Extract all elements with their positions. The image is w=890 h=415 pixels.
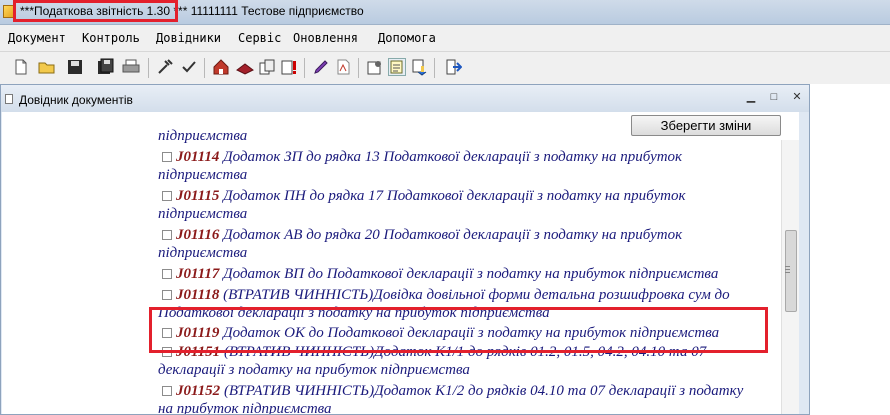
checkbox[interactable] <box>162 152 172 162</box>
list-item: підприємства <box>158 245 248 261</box>
maximize-button[interactable]: □ <box>764 89 784 105</box>
save-icon[interactable] <box>66 58 84 76</box>
scrollbar-thumb[interactable] <box>785 230 797 312</box>
checkbox[interactable] <box>162 386 172 396</box>
checkbox[interactable] <box>162 230 172 240</box>
list-item: на прибуток підприємства <box>158 401 332 414</box>
list-item: підприємства <box>158 167 248 183</box>
list-item: підприємства <box>158 206 248 222</box>
copy-icon[interactable] <box>258 58 276 76</box>
dialog-title: Довідник документів <box>19 93 133 107</box>
menu-help[interactable]: Допомога <box>378 31 436 45</box>
row-highlight-box <box>149 307 768 353</box>
dialog-title-bar: Довідник документів ▁ □ ✕ <box>1 85 809 112</box>
save-all-icon[interactable] <box>96 58 114 76</box>
list-item[interactable]: J01152 (ВТРАТИВ ЧИННІСТЬ)Додаток К1/2 до… <box>162 382 743 400</box>
menu-service[interactable]: Сервіс <box>238 31 281 45</box>
new-document-icon[interactable] <box>12 58 30 76</box>
list-item[interactable]: J01117 Додаток ВП до Податкової декларац… <box>162 265 718 283</box>
save-changes-button[interactable]: Зберегти зміни <box>631 115 781 136</box>
list-item[interactable]: J01115 Додаток ПН до рядка 17 Податкової… <box>162 187 685 205</box>
toolbar-separator <box>358 58 359 78</box>
forms-icon[interactable] <box>388 58 406 76</box>
vertical-scrollbar[interactable] <box>781 140 799 414</box>
home-icon[interactable] <box>212 58 230 76</box>
toolbar-separator <box>204 58 205 78</box>
exit-icon[interactable] <box>444 58 463 76</box>
scrollbar-grip <box>785 269 790 270</box>
menu-bar: Документ Контроль Довідники Сервіс Оновл… <box>0 25 890 52</box>
alert-icon[interactable] <box>280 58 298 76</box>
send-icon[interactable] <box>410 58 428 76</box>
print-icon[interactable] <box>122 58 140 76</box>
scrollbar-grip <box>785 266 790 267</box>
main-area <box>810 84 890 415</box>
toolbar-separator <box>434 58 435 78</box>
document-icon <box>5 94 13 104</box>
tools-icon[interactable] <box>156 58 174 76</box>
close-button[interactable]: ✕ <box>787 89 807 105</box>
check-icon[interactable] <box>180 58 198 76</box>
pen-icon[interactable] <box>312 58 330 76</box>
menu-updates[interactable]: Оновлення <box>293 31 358 45</box>
list-item[interactable]: J01118 (ВТРАТИВ ЧИННІСТЬ)Довідка довільн… <box>162 286 730 304</box>
documents-list: Зберегти зміни підприємства J01114 Додат… <box>2 112 799 414</box>
settings-icon[interactable] <box>366 58 384 76</box>
menu-control[interactable]: Контроль <box>82 31 140 45</box>
toolbar <box>0 52 890 85</box>
list-item: декларації з податку на прибуток підприє… <box>158 362 470 378</box>
toolbar-separator <box>304 58 305 78</box>
checkbox[interactable] <box>162 290 172 300</box>
toolbar-separator <box>148 58 149 78</box>
checkbox[interactable] <box>162 191 172 201</box>
menu-document[interactable]: Документ <box>8 31 66 45</box>
scrollbar-grip <box>785 272 790 273</box>
checkbox[interactable] <box>162 269 172 279</box>
menu-references[interactable]: Довідники <box>156 31 221 45</box>
list-item[interactable]: J01116 Додаток АВ до рядка 20 Податкової… <box>162 226 682 244</box>
books-icon[interactable] <box>236 58 254 76</box>
list-item[interactable]: J01114 Додаток ЗП до рядка 13 Податкової… <box>162 148 682 166</box>
title-highlight-box <box>13 0 178 22</box>
open-folder-icon[interactable] <box>38 58 56 76</box>
minimize-button[interactable]: ▁ <box>741 89 761 105</box>
documents-dialog: Довідник документів ▁ □ ✕ Зберегти зміни… <box>0 84 810 415</box>
list-item: підприємства <box>158 128 248 144</box>
pdf-icon[interactable] <box>334 58 352 76</box>
